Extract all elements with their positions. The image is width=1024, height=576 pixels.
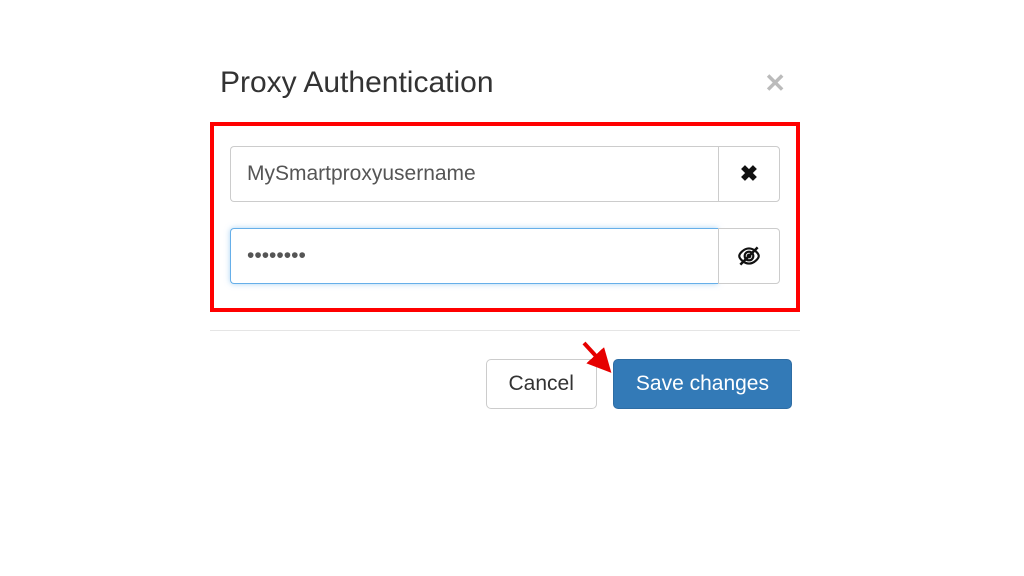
proxy-auth-modal: Proxy Authentication ✕ ✖ (210, 60, 800, 409)
separator (210, 330, 800, 331)
password-group (230, 228, 780, 284)
modal-header: Proxy Authentication ✕ (210, 60, 800, 122)
modal-title: Proxy Authentication (220, 66, 494, 100)
password-input[interactable] (230, 228, 718, 284)
x-icon: ✖ (740, 161, 758, 187)
username-input[interactable] (230, 146, 718, 202)
eye-slash-icon (736, 243, 762, 269)
close-icon[interactable]: ✕ (760, 70, 790, 96)
toggle-password-visibility-button[interactable] (718, 228, 780, 284)
modal-footer: Cancel Save changes (210, 359, 800, 409)
username-group: ✖ (230, 146, 780, 202)
clear-username-button[interactable]: ✖ (718, 146, 780, 202)
cancel-button[interactable]: Cancel (486, 359, 597, 409)
credentials-highlight: ✖ (210, 122, 800, 312)
save-changes-button[interactable]: Save changes (613, 359, 792, 409)
